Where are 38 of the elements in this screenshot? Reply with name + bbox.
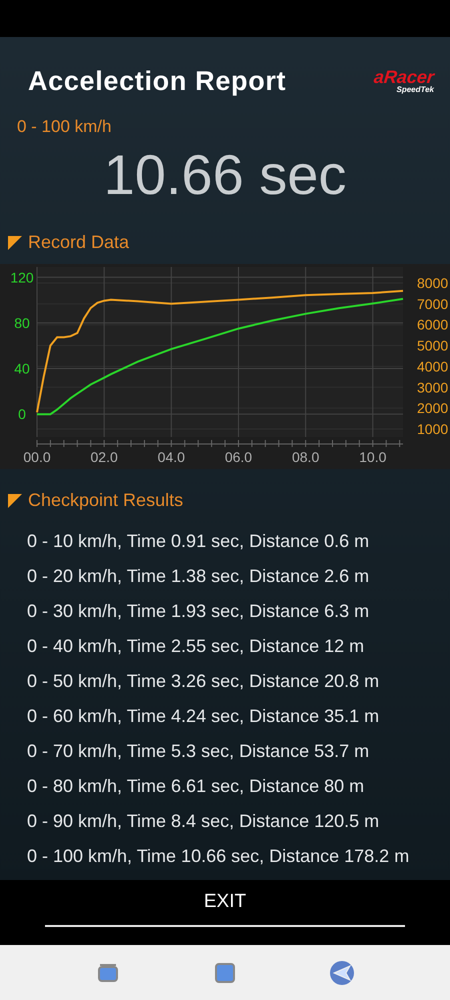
- x-tick-label: 02.0: [90, 449, 118, 465]
- checkpoint-result: 0 - 10 km/h, Time 0.91 sec, Distance 0.6 m: [27, 530, 370, 553]
- y-tick-label: 80: [14, 314, 30, 331]
- section-title: Checkpoint Results: [28, 489, 184, 512]
- checkpoint-result: 0 - 40 km/h, Time 2.55 sec, Distance 12 m: [27, 635, 366, 658]
- y-tick-label: 3000: [417, 379, 448, 396]
- exit-button[interactable]: EXIT: [45, 888, 405, 926]
- y-tick-label: 5000: [417, 338, 448, 354]
- checkpoint-result: 0 - 100 km/h, Time 10.66 sec, Distance 178.2 m: [27, 845, 410, 868]
- x-tick-label: 08.0: [292, 449, 320, 465]
- section-title: Record Data: [28, 231, 130, 254]
- y-tick-label: 0: [18, 406, 26, 422]
- y-tick-label: 1000: [417, 421, 448, 437]
- y-tick-label: 8000: [417, 274, 448, 291]
- y-tick-label: 7000: [417, 296, 448, 312]
- checkpoint-result: 0 - 70 km/h, Time 5.3 sec, Distance 53.7 m: [27, 740, 370, 763]
- x-tick-label: 10.0: [359, 449, 386, 465]
- report-title: Accelection Report: [28, 65, 286, 98]
- x-tick-label: 00.0: [23, 449, 51, 465]
- result-time: 10.66 sec: [102, 147, 348, 203]
- checkpoint-result: 0 - 30 km/h, Time 1.93 sec, Distance 6.3 m: [27, 600, 370, 623]
- brand-logo: aRacer SpeedTek: [374, 68, 434, 94]
- checkpoint-result: 0 - 80 km/h, Time 6.61 sec, Distance 80 m: [27, 775, 366, 798]
- back-icon[interactable]: [328, 958, 356, 986]
- checkpoint-result: 0 - 20 km/h, Time 1.38 sec, Distance 2.6 m: [27, 565, 370, 588]
- y-tick-label: 120: [10, 269, 34, 286]
- x-tick-label: 04.0: [158, 449, 185, 465]
- checkpoint-result: 0 - 60 km/h, Time 4.24 sec, Distance 35.1 m: [27, 705, 380, 728]
- corner-marker-icon: [8, 236, 22, 250]
- y-tick-label: 2000: [417, 400, 448, 416]
- y-tick-label: 40: [14, 360, 30, 377]
- speed-range-label: 0 - 100 km/h: [16, 116, 112, 138]
- y-tick-label: 4000: [417, 358, 448, 374]
- x-tick-label: 06.0: [224, 449, 252, 465]
- checkpoint-result: 0 - 50 km/h, Time 3.26 sec, Distance 20.8 m: [27, 670, 380, 693]
- corner-marker-icon: [8, 494, 22, 508]
- y-tick-label: 6000: [417, 316, 448, 333]
- checkpoint-result: 0 - 90 km/h, Time 8.4 sec, Distance 120.5 m: [27, 810, 380, 833]
